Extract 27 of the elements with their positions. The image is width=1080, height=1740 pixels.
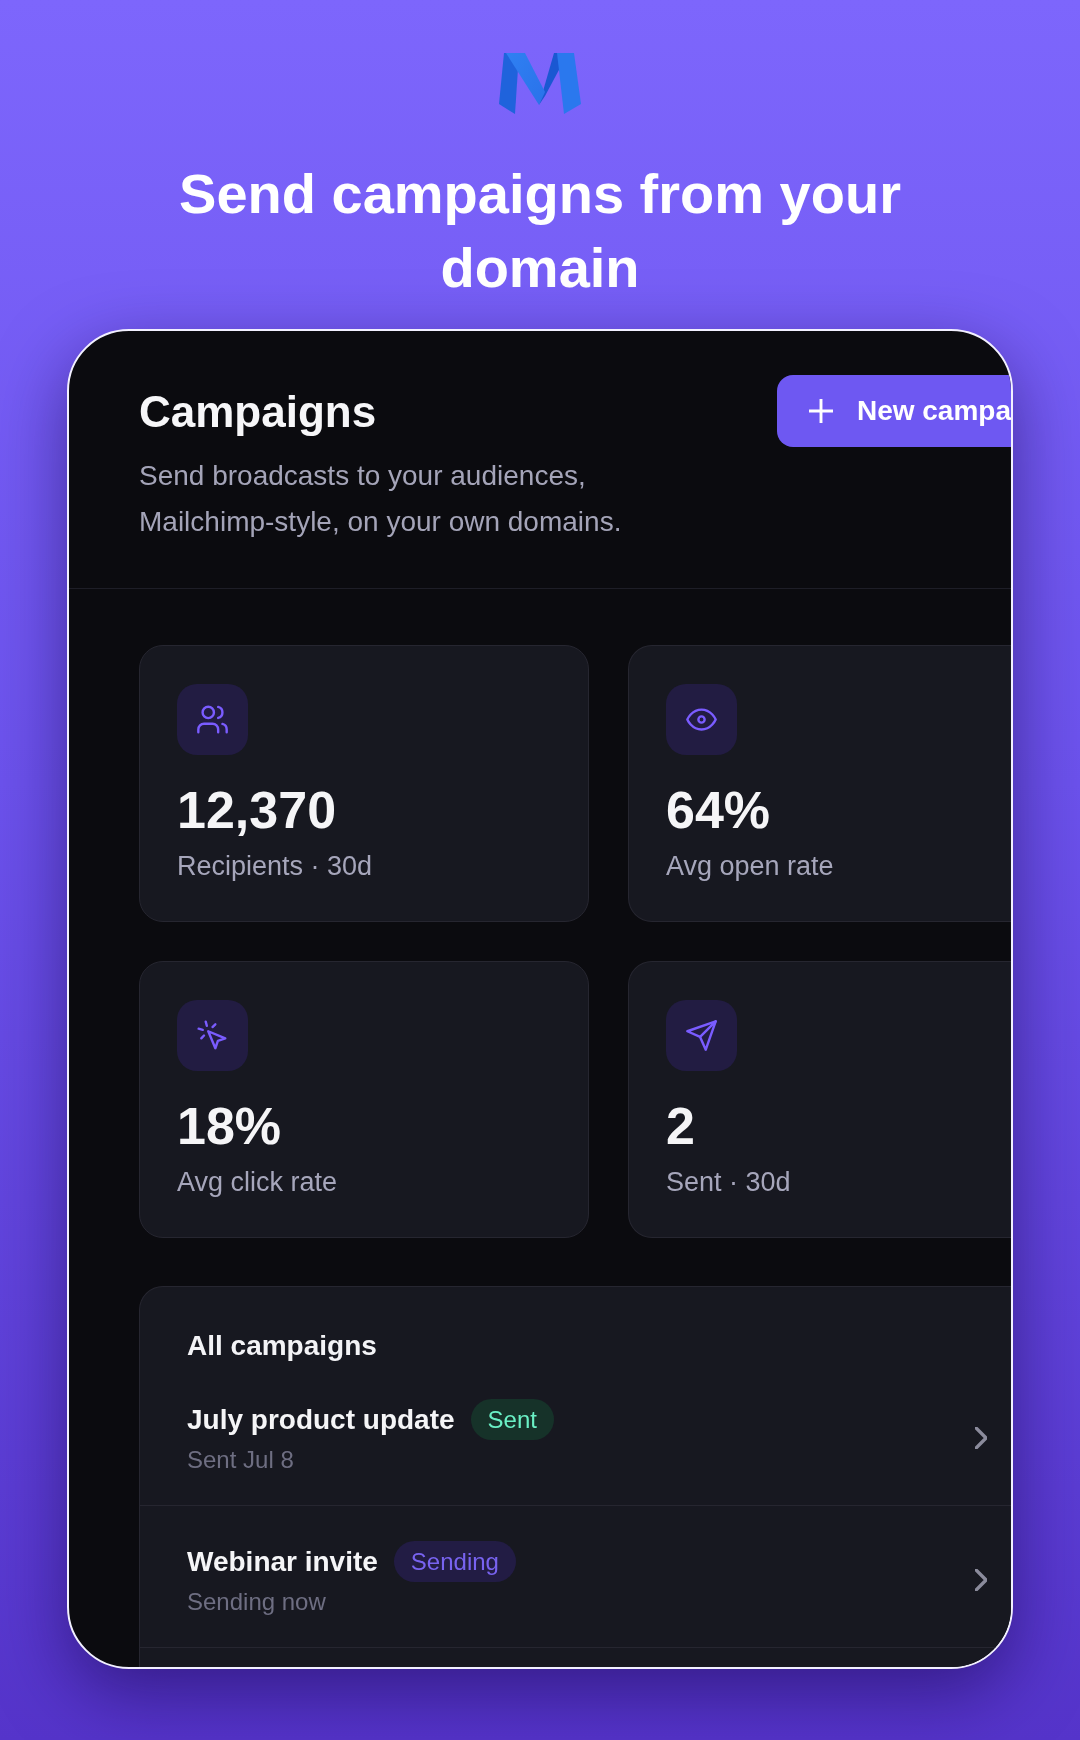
stat-value: 18% (177, 1096, 283, 1156)
eye-icon (666, 684, 737, 755)
campaign-name: Webinar invite (187, 1544, 378, 1579)
logo-icon (499, 52, 581, 114)
section-title: All campaigns (186, 1329, 378, 1363)
campaign-date: Sent Jul 8 (187, 1445, 295, 1475)
campaign-name: July product update (187, 1402, 455, 1437)
chevron-right-icon[interactable] (975, 1568, 987, 1591)
stat-value: 64% (666, 780, 772, 840)
chevron-right-icon[interactable] (975, 1426, 987, 1449)
page-description: Send broadcasts to your audiences, Mailchimp-style, on your own domains. (139, 459, 623, 539)
status-badge: Sending (393, 1541, 516, 1582)
stat-label: Avg click rate (177, 1166, 339, 1199)
stat-label: Avg open rate (666, 850, 835, 883)
users-icon (177, 684, 248, 755)
paper-plane-icon (666, 1000, 737, 1071)
stat-value: 12,370 (177, 780, 338, 840)
stat-label: Recipients · 30d (177, 850, 374, 883)
status-badge: Sent (470, 1399, 554, 1440)
plus-icon (808, 399, 833, 423)
stat-value: 2 (666, 1096, 696, 1156)
stat-label: Sent · 30d (666, 1166, 792, 1199)
cursor-click-icon (177, 1000, 248, 1071)
campaign-date: Sending now (187, 1587, 327, 1617)
hero-title: Send campaigns from your domain (178, 161, 902, 301)
new-campaign-button[interactable]: New campa (776, 375, 1011, 447)
page-heading: Campaigns (139, 386, 378, 438)
